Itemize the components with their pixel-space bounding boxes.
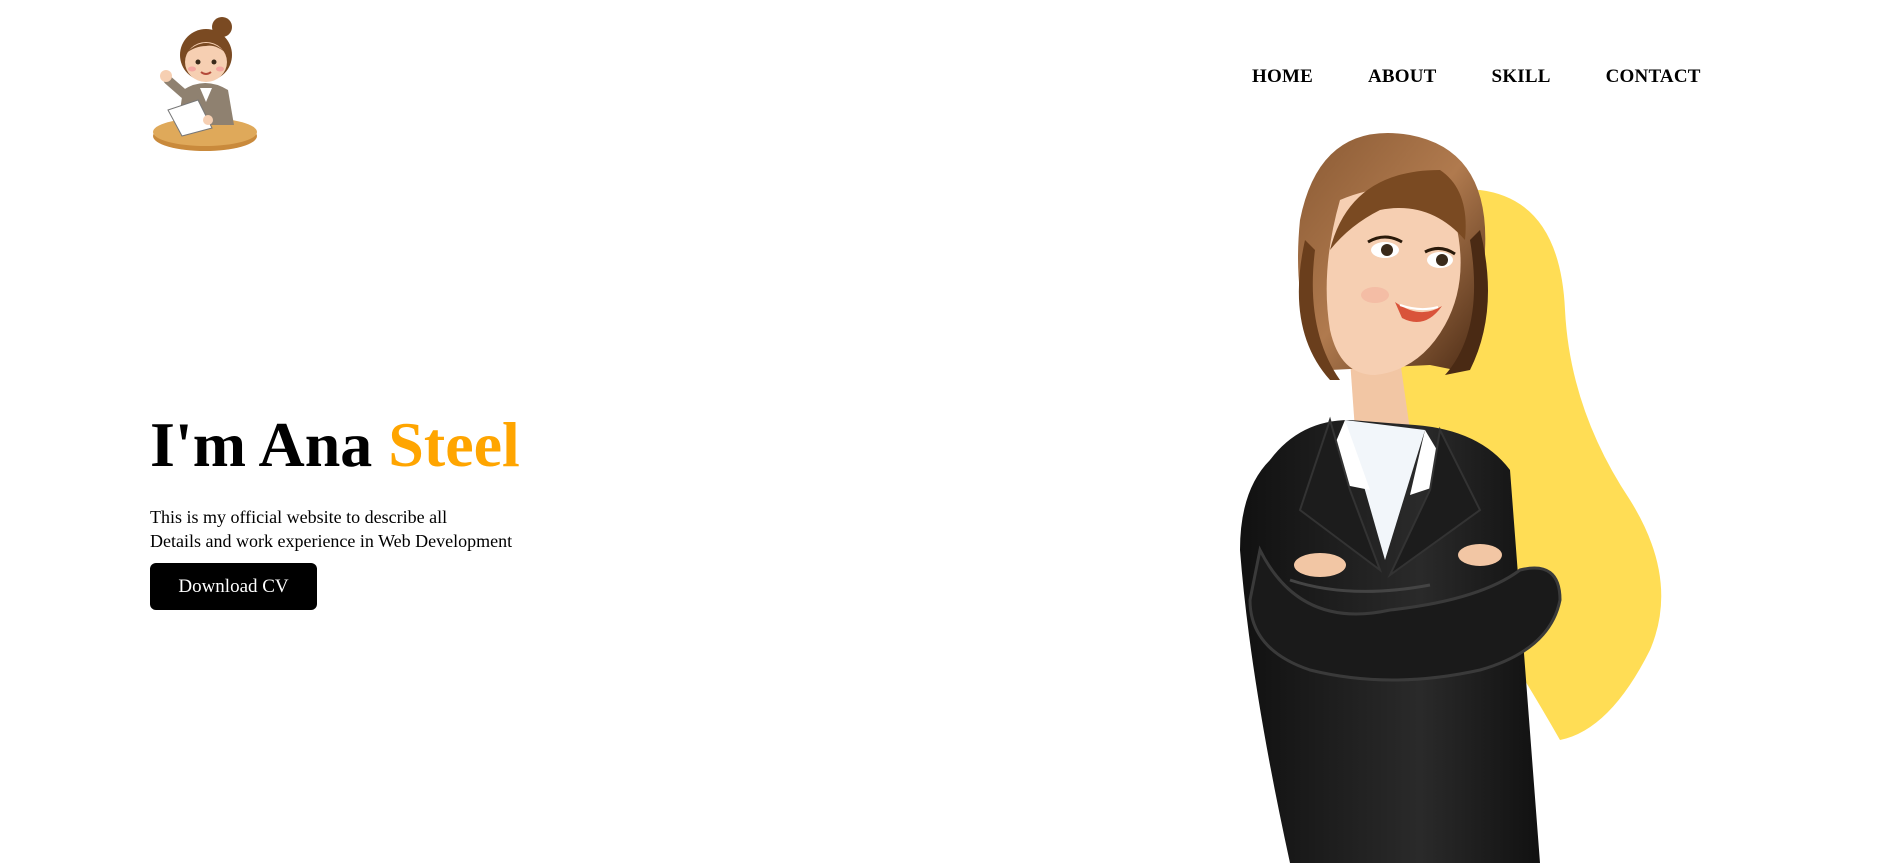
nav-home-link[interactable]: HOME — [1252, 66, 1313, 88]
hero-description-line-2: Details and work experience in Web Devel… — [150, 531, 513, 551]
hero-title: I'm Ana Steel — [150, 408, 520, 482]
hero-description: This is my official website to describe … — [150, 505, 512, 553]
nav-contact-link[interactable]: CONTACT — [1606, 66, 1701, 88]
hero-description-line-1: This is my official website to describe … — [150, 507, 448, 527]
main-nav: HOME ABOUT SKILL CONTACT — [1252, 66, 1701, 88]
hero-title-highlight: Steel — [388, 409, 520, 480]
businesswoman-icon — [1240, 133, 1662, 863]
nav-about-link[interactable]: ABOUT — [1368, 66, 1437, 88]
site-logo[interactable] — [150, 10, 260, 155]
hero-illustration — [1180, 130, 1700, 863]
nav-skill-link[interactable]: SKILL — [1492, 66, 1551, 88]
woman-at-desk-icon — [153, 17, 257, 151]
hero-title-prefix: I'm Ana — [150, 409, 389, 480]
download-cv-button[interactable]: Download CV — [150, 563, 317, 610]
